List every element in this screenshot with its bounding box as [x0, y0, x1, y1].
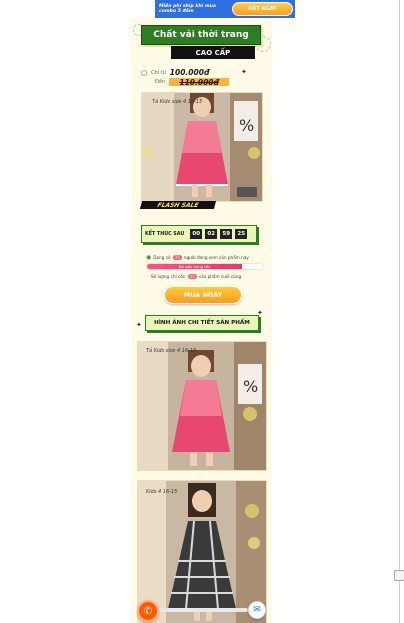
contact-bar	[156, 608, 248, 612]
svg-text:Tả Kids size 4 16-15: Tả Kids size 4 16-15	[152, 98, 202, 105]
hero-product-photo[interactable]: % Tả Kids size 4 16-15	[141, 92, 263, 202]
price-value: 100.000đ	[169, 68, 210, 77]
phone-icon[interactable]: ✆	[137, 600, 159, 622]
order-now-button[interactable]: ĐẶT NGAY	[231, 2, 293, 16]
countdown-minutes: 59	[220, 229, 233, 239]
hero-subtitle: CAO CẤP	[171, 46, 255, 59]
buy-now-button[interactable]: MUA NGAY	[164, 286, 242, 304]
old-price-value: 110.000đ	[179, 77, 219, 87]
svg-text:%: %	[239, 116, 254, 135]
countdown-days: 00	[190, 229, 203, 239]
viewer-count: 25	[172, 255, 182, 260]
stock-prefix: Số lượng chỉ còn	[151, 274, 186, 279]
svg-text:%: %	[243, 377, 258, 396]
detail-photo-2[interactable]: Kids 4 16-15	[137, 480, 267, 623]
old-price-box: 110.000đ	[169, 77, 230, 87]
stock-notice: Số lượng chỉ còn 40 sản phẩm cuối cùng	[151, 274, 261, 279]
sold-progress-label: Đã bán hàng tồn	[178, 264, 211, 269]
svg-text:Tả Kids size 4 16-15: Tả Kids size 4 16-15	[146, 347, 196, 354]
messenger-icon[interactable]: ✉	[248, 601, 266, 619]
page-divider	[399, 0, 400, 623]
sparkle-icon: ✦	[241, 68, 247, 76]
flash-sale-label: FLASH SALE	[156, 201, 200, 209]
side-toggle[interactable]	[394, 570, 404, 581]
old-price-label: Đến	[155, 79, 166, 85]
eye-icon: ◉	[146, 254, 152, 261]
detail-photo-1[interactable]: % Tả Kids size 4 16-15	[137, 341, 267, 471]
promo-banner[interactable]: Miễn phí ship khi mua combo 5 đầm ĐẶT NG…	[155, 0, 295, 18]
flash-sale-tag: FLASH SALE	[139, 201, 217, 209]
stock-count: 40	[187, 274, 197, 279]
svg-text:Kids 4 16-15: Kids 4 16-15	[146, 489, 177, 495]
stock-suffix: sản phẩm cuối cùng	[198, 274, 242, 279]
radio-icon	[141, 69, 147, 76]
detail-section-title: HÌNH ẢNH CHI TIẾT SẢN PHẨM	[145, 315, 259, 331]
countdown-label: KẾT THÚC SAU	[145, 231, 185, 237]
viewer-notice: ◉ Đang có 25 người đang xem sản phẩm này	[146, 254, 266, 261]
sparkle-icon: ✦	[136, 321, 142, 329]
price-row: Chỉ từ 100.000đ	[141, 68, 209, 77]
banner-text: Miễn phí ship khi mua combo 5 đầm	[159, 3, 216, 15]
hero-title: Chất vải thời trang	[141, 25, 261, 45]
old-price-row: Đến 110.000đ	[141, 77, 230, 87]
sold-progress-fill: Đã bán hàng tồn	[147, 264, 243, 269]
viewer-prefix: Đang có	[153, 255, 171, 260]
viewer-suffix: người đang xem sản phẩm này	[183, 255, 249, 260]
countdown-hours: 02	[205, 229, 218, 239]
price-label: Chỉ từ	[151, 69, 166, 76]
landing-panel: Chất vải thời trang CAO CẤP Chỉ từ 100.0…	[131, 18, 272, 623]
sold-progress-bar: Đã bán hàng tồn	[146, 263, 264, 270]
countdown-seconds: 25	[235, 229, 248, 239]
countdown-timer: KẾT THÚC SAU 00 02 59 25	[141, 225, 257, 243]
